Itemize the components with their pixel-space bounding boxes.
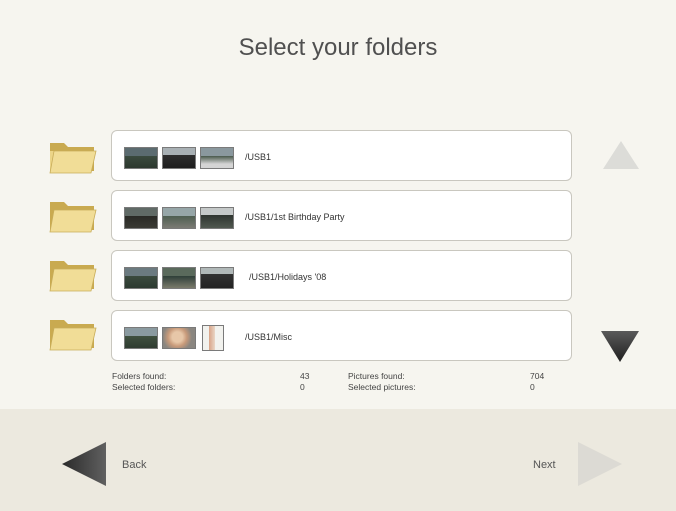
folder-row[interactable]: /USB1/Holidays '08 xyxy=(111,250,572,301)
next-label[interactable]: Next xyxy=(533,459,556,471)
page-title: Select your folders xyxy=(238,34,438,61)
folder-row[interactable]: /USB1/1st Birthday Party xyxy=(111,190,572,241)
selected-pictures-label: Selected pictures: xyxy=(348,382,416,392)
selected-pictures-value: 0 xyxy=(530,382,535,392)
back-label[interactable]: Back xyxy=(122,459,146,471)
folders-found-label: Folders found: xyxy=(112,371,167,381)
folders-found-value: 43 xyxy=(300,371,310,381)
stats-values-right: 704 0 xyxy=(530,371,570,393)
folder-path: /USB1/Holidays '08 xyxy=(249,272,327,282)
folder-icon xyxy=(49,320,97,351)
stats-labels-right: Pictures found: Selected pictures: xyxy=(348,371,416,393)
thumbnail-image xyxy=(162,267,196,289)
thumbnail-image xyxy=(162,147,196,169)
folder-path: /USB1/1st Birthday Party xyxy=(245,212,345,222)
folder-icon xyxy=(49,261,97,292)
folder-row[interactable]: /USB1 xyxy=(111,130,572,181)
thumbnail-image xyxy=(124,207,158,229)
scroll-down-button[interactable] xyxy=(599,329,641,363)
selected-folders-label: Selected folders: xyxy=(112,382,176,392)
folder-icon xyxy=(49,202,97,233)
pictures-found-value: 704 xyxy=(530,371,545,381)
thumbnail-image xyxy=(124,327,158,349)
scroll-up-button[interactable] xyxy=(601,139,641,171)
thumbnail-image xyxy=(124,267,158,289)
selected-folders-value: 0 xyxy=(300,382,305,392)
thumbnail-image xyxy=(200,207,234,229)
triangle-left-icon xyxy=(62,442,106,486)
triangle-down-icon xyxy=(601,331,639,362)
thumbnail-image xyxy=(202,325,224,351)
back-button[interactable] xyxy=(60,440,108,488)
folder-row[interactable]: /USB1/Misc xyxy=(111,310,572,361)
folder-path: /USB1/Misc xyxy=(245,332,293,342)
stats-labels-left: Folders found: Selected folders: xyxy=(112,371,175,393)
folder-path: /USB1 xyxy=(245,152,272,162)
thumbnail-image xyxy=(162,327,196,349)
thumbnail-image xyxy=(124,147,158,169)
thumbnail-image xyxy=(200,267,234,289)
stats-values-left: 43 0 xyxy=(300,371,342,393)
thumbnail-image xyxy=(200,147,234,169)
triangle-right-icon xyxy=(578,442,622,486)
thumbnail-image xyxy=(162,207,196,229)
next-button[interactable] xyxy=(576,440,624,488)
triangle-up-icon xyxy=(603,141,639,169)
pictures-found-label: Pictures found: xyxy=(348,371,405,381)
folder-icon xyxy=(49,143,97,174)
